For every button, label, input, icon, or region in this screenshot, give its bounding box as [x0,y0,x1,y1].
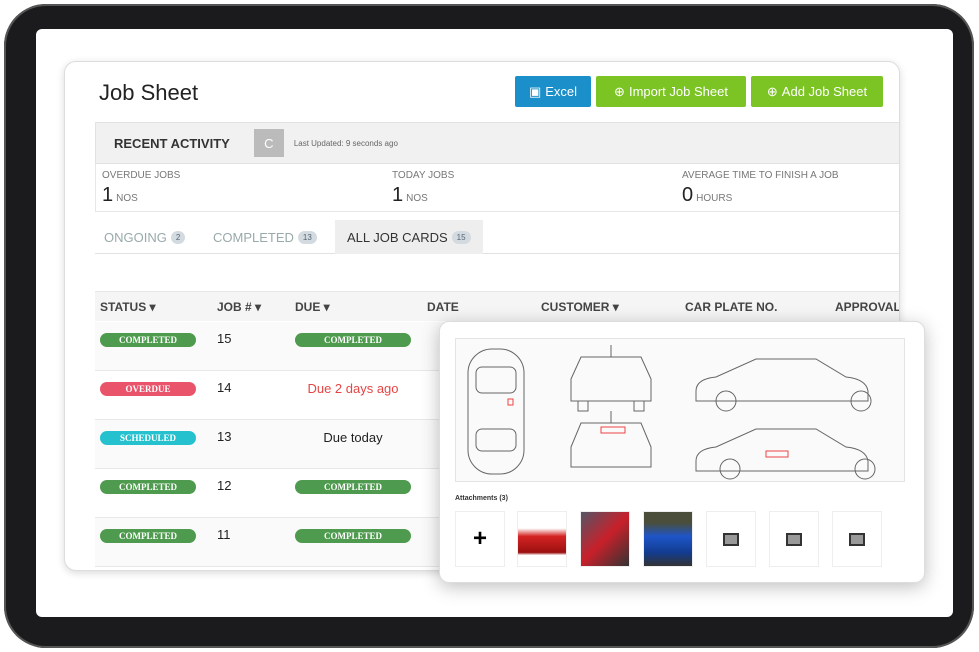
image-icon [723,532,739,546]
plus-circle-icon: ⊕ [614,83,625,99]
car-damage-diagram[interactable] [455,338,905,482]
stats-row: OVERDUE JOBS 1 NOS TODAY JOBS 1 NOS AVERAGE … [95,164,899,212]
import-job-sheet-button[interactable]: ⊕ Import Job Sheet [596,76,746,107]
due-badge: COMPLETED [295,333,411,347]
attachment-red-car[interactable] [517,511,567,567]
stat-value: 0 [682,184,694,206]
car-diagram-icon [467,345,876,480]
recent-activity-bar: RECENT ACTIVITY C Last Updated: 9 second… [95,122,899,164]
add-label: Add Job Sheet [781,84,868,99]
recent-activity-label: RECENT ACTIVITY [114,135,230,151]
tab-bar: ONGOING 2 COMPLETED 13 ALL JOB CARDS 15 [95,220,899,254]
stat-label: AVERAGE TIME TO FINISH A JOB [682,170,839,181]
stat-today: TODAY JOBS 1 NOS [392,170,454,207]
image-icon [849,532,865,546]
page-title: Job Sheet [99,80,199,105]
tab-ongoing[interactable]: ONGOING 2 [104,220,186,254]
status-badge: COMPLETED [100,333,196,347]
image-placeholder[interactable] [706,511,756,567]
tab-count: 13 [297,230,317,244]
screen: Job Sheet ▣ Excel ⊕ Import Job Sheet ⊕ Add … [36,29,953,617]
last-updated: Last Updated: 9 seconds ago [293,138,398,148]
tab-completed[interactable]: COMPLETED 13 [213,220,317,254]
stat-label: OVERDUE JOBS [102,170,181,181]
due-text: Due today [323,430,383,445]
col-job[interactable]: JOB # ▾ [217,300,261,314]
stat-unit: NOS [116,193,138,204]
image-placeholder[interactable] [769,511,819,567]
tab-all-job-cards[interactable]: ALL JOB CARDS 15 [335,220,483,254]
tab-count: 15 [451,230,471,244]
job-number: 14 [217,380,232,395]
import-label: Import Job Sheet [628,84,728,99]
status-badge: SCHEDULED [100,431,196,445]
add-attachment-button[interactable]: + [455,511,505,567]
attachments-label: Attachments (3) [455,495,508,502]
due-badge: COMPLETED [295,529,411,543]
job-number: 11 [217,527,231,542]
table-header: STATUS ▾ JOB # ▾ DUE ▾ DATE CUSTOMER ▾ C… [95,291,900,321]
status-badge: COMPLETED [100,529,196,543]
excel-icon: ▣ [528,83,542,99]
stat-value: 1 [102,184,114,206]
col-status[interactable]: STATUS ▾ [100,300,156,314]
add-job-sheet-button[interactable]: ⊕ Add Job Sheet [751,76,883,107]
col-date: DATE [427,300,459,314]
tab-label: ALL JOB CARDS [347,229,448,245]
tab-label: COMPLETED [213,229,294,245]
status-badge: COMPLETED [100,480,196,494]
col-approval: APPROVAL [835,300,900,314]
image-placeholder[interactable] [832,511,882,567]
due-badge: COMPLETED [295,480,411,494]
excel-button[interactable]: ▣ Excel [515,76,591,107]
attachment-car-detail[interactable] [580,511,630,567]
image-icon [786,532,802,546]
job-number: 15 [217,331,232,346]
status-badge: OVERDUE [100,382,196,396]
col-due[interactable]: DUE ▾ [295,300,330,314]
job-number: 13 [217,429,232,444]
stat-overdue: OVERDUE JOBS 1 NOS [102,170,180,207]
tab-count: 2 [170,230,186,244]
col-car-plate: CAR PLATE NO. [685,300,778,314]
attachment-blue-car[interactable] [643,511,693,567]
tablet-frame: Job Sheet ▣ Excel ⊕ Import Job Sheet ⊕ Add … [4,4,974,648]
col-customer[interactable]: CUSTOMER ▾ [541,300,619,314]
refresh-button[interactable]: C [253,129,284,157]
stat-value: 1 [392,184,404,206]
stat-label: TODAY JOBS [392,170,455,181]
tab-label: ONGOING [104,229,167,245]
car-inspection-popup: Attachments (3) + [439,321,925,583]
stat-unit: NOS [406,193,428,204]
excel-label: Excel [545,84,578,99]
stat-unit: HOURS [696,193,733,204]
due-text: Due 2 days ago [307,381,399,396]
plus-icon: + [472,525,487,552]
stat-average: AVERAGE TIME TO FINISH A JOB 0 HOURS [682,170,839,207]
refresh-icon: C [264,135,274,151]
plus-circle-icon: ⊕ [766,83,778,99]
job-number: 12 [217,478,232,493]
